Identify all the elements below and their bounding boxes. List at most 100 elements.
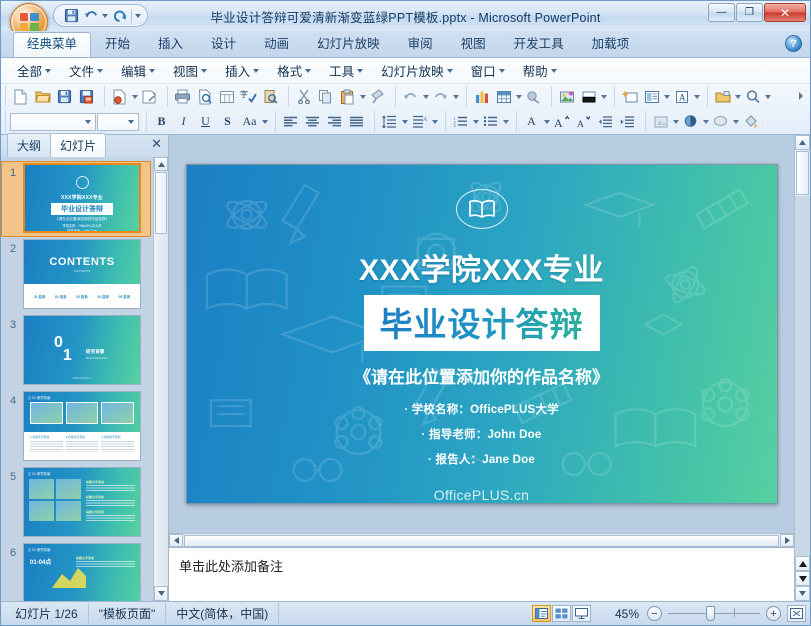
menu-item-6[interactable]: 工具 xyxy=(321,58,371,83)
current-slide[interactable]: XXX学院XXX专业 毕业设计答辩 《请在此位置添加你的作品名称》 · 学校名称… xyxy=(185,164,778,504)
line-spacing-icon[interactable] xyxy=(379,112,400,132)
research-icon[interactable] xyxy=(260,87,281,107)
maximize-button[interactable]: ❐ xyxy=(736,3,763,22)
publish-dropdown-icon[interactable] xyxy=(132,94,138,99)
shadow-button[interactable]: S xyxy=(217,112,238,131)
bold-button[interactable]: B xyxy=(151,112,172,131)
increase-font-icon[interactable]: A xyxy=(551,112,572,132)
align-left-icon[interactable] xyxy=(280,112,301,132)
align-center-icon[interactable] xyxy=(302,112,323,132)
shadow-dropdown-icon[interactable] xyxy=(703,119,709,124)
slides-pane-tab-0[interactable]: 幻灯片 xyxy=(50,133,107,157)
menu-item-5[interactable]: 格式 xyxy=(269,58,319,83)
print-preview-icon[interactable] xyxy=(194,87,215,107)
print-preview-pdf-icon[interactable] xyxy=(109,87,130,107)
print-icon[interactable] xyxy=(172,87,193,107)
numbered-list-icon[interactable]: 123 xyxy=(450,112,471,132)
scroll-down-button[interactable] xyxy=(154,586,168,601)
slides-pane-tab-1[interactable]: 大纲 xyxy=(7,133,52,157)
ribbon-tab-0[interactable]: 经典菜单 xyxy=(13,32,92,57)
ribbon-tab-5[interactable]: 幻灯片放映 xyxy=(303,32,394,57)
increase-indent-icon[interactable] xyxy=(617,112,638,132)
slide-thumbnail-preview[interactable]: 0 1 研究背景 BACKGROUND OfficePLUS.cn xyxy=(23,315,141,385)
redo-icon[interactable] xyxy=(110,7,128,25)
copy-icon[interactable] xyxy=(315,87,336,107)
menu-item-0[interactable]: 全部 xyxy=(9,58,59,83)
slide-thumbnail-1[interactable]: 1 XXX学院XXX专业 毕业设计答辩 《请在此位置添加你的作品名称》 学校名称：Off… xyxy=(1,161,151,237)
scroll-up-button[interactable] xyxy=(154,157,168,171)
font-name-input[interactable] xyxy=(10,112,96,131)
slide-design-icon[interactable] xyxy=(650,112,671,132)
redo-icon[interactable] xyxy=(430,87,451,107)
font-name-dropdown-icon[interactable] xyxy=(85,119,91,124)
language-label[interactable]: 中文(简体，中国) xyxy=(166,603,280,624)
italic-button[interactable]: I xyxy=(173,112,194,131)
office-button[interactable] xyxy=(5,2,51,41)
change-case-button[interactable]: Aa xyxy=(239,112,260,131)
fit-slide-to-window-button[interactable] xyxy=(787,605,806,622)
undo-icon[interactable] xyxy=(82,7,100,25)
vertical-scroll-thumb[interactable] xyxy=(796,151,809,195)
zoom-search-icon[interactable] xyxy=(742,87,763,107)
slide-thumbnail-4[interactable]: 4 ◰ 01 研究背景 ● 标题文字添加 ● 标题文字添加 ● 标题文字添加 xyxy=(1,389,151,465)
chart-icon[interactable] xyxy=(471,87,492,107)
slide-thumbnail-preview[interactable]: ◰ 01 研究背景 01-04点 标题文字添加 xyxy=(23,543,141,601)
ribbon-tab-4[interactable]: 动画 xyxy=(250,32,303,57)
next-slide-button[interactable] xyxy=(795,571,810,586)
minimize-button[interactable]: — xyxy=(708,3,735,22)
save-icon[interactable] xyxy=(62,7,80,25)
menu-item-2[interactable]: 编辑 xyxy=(113,58,163,83)
numbered-list-dropdown-icon[interactable] xyxy=(473,119,479,124)
close-pane-button[interactable]: ✕ xyxy=(151,137,162,150)
ribbon-tab-6[interactable]: 审阅 xyxy=(394,32,447,57)
page-setup-icon[interactable] xyxy=(216,87,237,107)
layout-dropdown-icon[interactable] xyxy=(664,94,670,99)
slide-sorter-view-button[interactable] xyxy=(552,605,571,622)
font-size-input[interactable] xyxy=(97,112,139,131)
undo-icon[interactable] xyxy=(400,87,421,107)
table-dropdown-icon[interactable] xyxy=(516,94,522,99)
close-button[interactable]: ✕ xyxy=(764,3,806,22)
scroll-down-button[interactable] xyxy=(795,586,810,601)
toolbar-overflow-icon[interactable] xyxy=(795,90,807,102)
slides-pane-scroll-thumb[interactable] xyxy=(155,172,167,234)
slide-thumbnail-preview[interactable]: ◰ 01 研究背景 ● 标题文字添加 ● 标题文字添加 ● 标题文字添加 xyxy=(23,391,141,461)
package-dropdown-icon[interactable] xyxy=(735,94,741,99)
slide-thumbnail-6[interactable]: 6 ◰ 01 研究背景 01-04点 标题文字添加 xyxy=(1,541,151,601)
layout-icon[interactable] xyxy=(641,87,662,107)
menu-item-7[interactable]: 幻灯片放映 xyxy=(373,58,461,83)
paste-dropdown-icon[interactable] xyxy=(360,94,366,99)
ribbon-tab-2[interactable]: 插入 xyxy=(144,32,197,57)
open-folder-icon[interactable] xyxy=(32,87,53,107)
normal-view-button[interactable] xyxy=(532,605,551,622)
underline-button[interactable]: U xyxy=(195,112,216,131)
menu-item-3[interactable]: 视图 xyxy=(165,58,215,83)
align-justify-icon[interactable] xyxy=(346,112,367,132)
theme-name-label[interactable]: "模板页面" xyxy=(89,603,167,624)
previous-slide-button[interactable] xyxy=(795,556,810,571)
help-icon[interactable]: ? xyxy=(785,35,802,52)
vertical-scroll-track[interactable] xyxy=(795,196,810,556)
slide-design-dropdown-icon[interactable] xyxy=(673,119,679,124)
save-icon[interactable] xyxy=(54,87,75,107)
color-scheme-dropdown-icon[interactable] xyxy=(601,94,607,99)
decrease-font-icon[interactable]: A xyxy=(573,112,594,132)
zoom-slider-handle[interactable] xyxy=(706,606,715,621)
font-color-dropdown-icon[interactable] xyxy=(544,119,550,124)
scroll-left-button[interactable] xyxy=(169,534,183,547)
bulleted-list-dropdown-icon[interactable] xyxy=(503,119,509,124)
scroll-up-button[interactable] xyxy=(795,135,810,150)
bulleted-list-icon[interactable] xyxy=(480,112,501,132)
slide-thumbnail-preview[interactable]: XXX学院XXX专业 毕业设计答辩 《请在此位置添加你的作品名称》 学校名称：Offi… xyxy=(23,163,141,233)
attach-icon[interactable] xyxy=(139,87,160,107)
slide-thumbnail-list[interactable]: 1 XXX学院XXX专业 毕业设计答辩 《请在此位置添加你的作品名称》 学校名称：Off… xyxy=(1,157,168,601)
shape-fill-dropdown-icon[interactable] xyxy=(733,119,739,124)
color-scheme-icon[interactable] xyxy=(578,87,599,107)
align-right-icon[interactable] xyxy=(324,112,345,132)
package-icon[interactable] xyxy=(712,87,733,107)
ribbon-tab-9[interactable]: 加载项 xyxy=(578,32,644,57)
spellcheck-icon[interactable]: 字 xyxy=(238,87,259,107)
font-size-dropdown-icon[interactable] xyxy=(128,119,134,124)
slideshow-view-button[interactable] xyxy=(572,605,591,622)
font-color-icon[interactable]: A xyxy=(521,112,542,131)
